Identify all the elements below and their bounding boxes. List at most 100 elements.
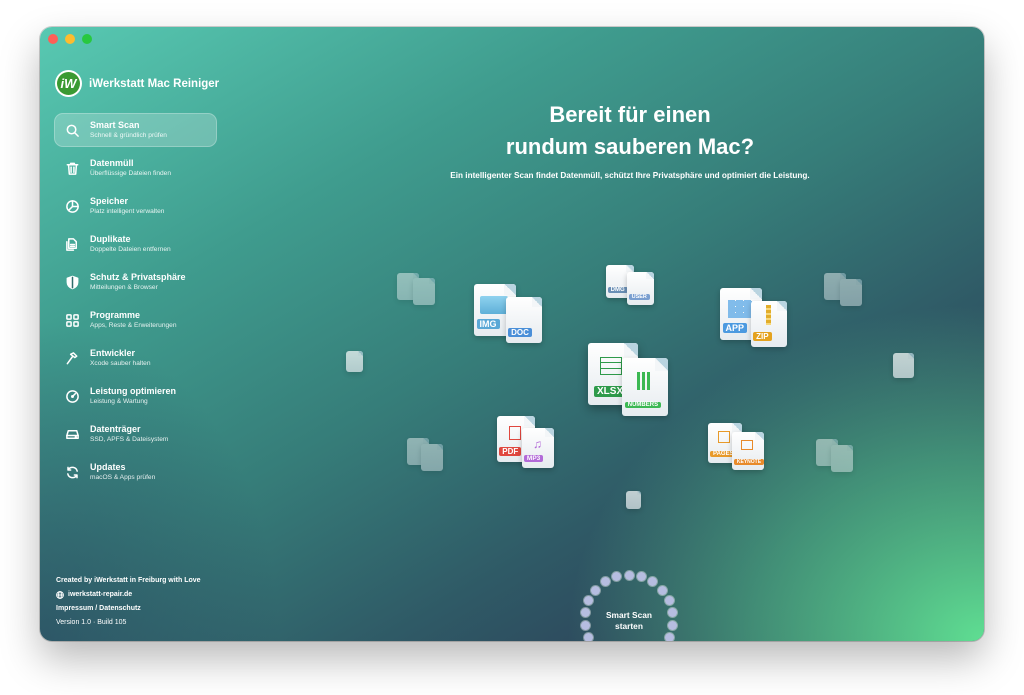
- file-type-label: APP: [722, 322, 748, 333]
- sidebar-item-label: Leistung optimieren: [90, 386, 177, 396]
- progress-dot: [591, 585, 601, 595]
- sidebar-item-performance[interactable]: Leistung optimieren Leistung & Wartung: [54, 379, 217, 413]
- maximize-window-button[interactable]: [82, 34, 92, 44]
- sidebar-item-label: Smart Scan: [90, 120, 140, 130]
- sidebar-item-label: Datenmüll: [90, 158, 134, 168]
- gauge-icon: [64, 388, 80, 404]
- sidebar-item-subtitle: Überflüssige Dateien finden: [90, 170, 172, 177]
- pie-chart-icon: [64, 198, 80, 214]
- faded-file-icon: [626, 491, 641, 509]
- window-controls: [48, 34, 92, 44]
- shield-icon: [64, 274, 80, 290]
- sidebar-item-label: Schutz & Privatsphäre: [90, 272, 186, 282]
- file-type-label: DOC: [508, 327, 532, 337]
- pdf-page-icon: [509, 426, 521, 440]
- grid-icon: [64, 312, 80, 328]
- sidebar-item-label: Entwickler: [90, 348, 136, 358]
- file-type-label: USER: [628, 294, 650, 301]
- faded-file-icon: [421, 444, 444, 471]
- progress-dot: [612, 572, 622, 582]
- file-type-label: ZIP: [753, 331, 772, 341]
- numbers-file-icon: NUMBERS: [622, 358, 668, 416]
- sidebar-item-subtitle: macOS & Apps prüfen: [90, 474, 156, 481]
- sidebar-item-privacy[interactable]: Schutz & Privatsphäre Mitteilungen & Bro…: [54, 265, 217, 299]
- audio-file-icon: ♫ MP3: [522, 428, 555, 468]
- sidebar-item-subtitle: Doppelte Dateien entfernen: [90, 246, 171, 253]
- file-type-label: IMG: [476, 318, 500, 329]
- faded-file-icon: [831, 445, 854, 472]
- zip-file-icon: ZIP: [751, 301, 787, 347]
- sidebar-item-developer[interactable]: Entwickler Xcode sauber halten: [54, 341, 217, 375]
- app-window: iW iWerkstatt Mac Reiniger Smart Scan Sc…: [40, 27, 984, 641]
- sidebar-item-subtitle: Schnell & gründlich prüfen: [90, 132, 167, 139]
- bar-chart-icon: [637, 372, 653, 390]
- hammer-icon: [64, 350, 80, 366]
- sidebar-item-updates[interactable]: Updates macOS & Apps prüfen: [54, 455, 217, 489]
- drive-icon: [64, 426, 80, 442]
- sidebar-item-subtitle: SSD, APFS & Dateisystem: [90, 436, 169, 443]
- music-note-icon: ♫: [533, 437, 542, 451]
- faded-file-icon: [346, 351, 363, 372]
- file-type-label: PDF: [499, 446, 522, 456]
- sidebar-item-subtitle: Apps, Reste & Erweiterungen: [90, 322, 177, 329]
- faded-file-icon: [840, 279, 863, 306]
- sidebar-item-subtitle: Leistung & Wartung: [90, 398, 148, 405]
- page-title-line1: Bereit für einen: [549, 102, 711, 127]
- sidebar-item-subtitle: Xcode sauber halten: [90, 360, 151, 367]
- sidebar-item-label: Programme: [90, 310, 141, 320]
- app-logo-icon: iW: [55, 70, 82, 97]
- faded-file-icon: [413, 278, 436, 305]
- page-subtitle: Ein intelligenter Scan findet Datenmüll,…: [450, 171, 810, 180]
- progress-dot: [636, 572, 646, 582]
- progress-dot: [584, 596, 594, 606]
- page-title-line2: rundum sauberen Mac?: [505, 134, 755, 159]
- start-button-label: Smart Scan starten: [580, 610, 678, 632]
- app-name: iWerkstatt Mac Reiniger: [89, 77, 220, 90]
- app-grid-icon: [728, 300, 752, 318]
- globe-icon: [56, 591, 64, 599]
- website-link[interactable]: iwerkstatt-repair.de: [56, 588, 201, 602]
- sidebar-item-label: Updates: [90, 462, 126, 472]
- close-window-button[interactable]: [48, 34, 58, 44]
- website-link-text: iwerkstatt-repair.de: [68, 591, 133, 598]
- sidebar-item-subtitle: Platz intelligent verwalten: [90, 208, 165, 215]
- sidebar-item-smart-scan[interactable]: Smart Scan Schnell & gründlich prüfen: [54, 113, 217, 147]
- file-type-label: MP3: [523, 455, 544, 463]
- keynote-file-icon: KEYNOTE: [732, 432, 765, 470]
- progress-dot: [624, 570, 634, 580]
- legal-link[interactable]: Impressum / Datenschutz: [56, 602, 201, 616]
- app-brand: iW iWerkstatt Mac Reiniger: [55, 70, 219, 97]
- file-type-label: KEYNOTE: [733, 458, 765, 465]
- sidebar-item-duplicates[interactable]: Duplikate Doppelte Dateien entfernen: [54, 227, 217, 261]
- sidebar-item-drives[interactable]: Datenträger SSD, APFS & Dateisystem: [54, 417, 217, 451]
- start-button-label-line1: Smart Scan: [605, 610, 653, 620]
- page-title: Bereit für einen rundum sauberen Mac?: [430, 99, 830, 163]
- sidebar-item-subtitle: Mitteilungen & Browser: [90, 284, 158, 291]
- sidebar-item-junk[interactable]: Datenmüll Überflüssige Dateien finden: [54, 151, 217, 185]
- progress-dot: [600, 577, 610, 587]
- table-grid-icon: [600, 357, 622, 375]
- sidebar-item-label: Duplikate: [90, 234, 131, 244]
- sidebar-footer: Created by iWerkstatt in Freiburg with L…: [56, 574, 201, 630]
- sidebar: Smart Scan Schnell & gründlich prüfen Da…: [54, 113, 217, 493]
- sidebar-item-label: Datenträger: [90, 424, 141, 434]
- progress-dot: [584, 632, 594, 641]
- progress-dot: [664, 632, 674, 641]
- credit-text: Created by iWerkstatt in Freiburg with L…: [56, 577, 201, 584]
- sidebar-item-programs[interactable]: Programme Apps, Reste & Erweiterungen: [54, 303, 217, 337]
- version-text: Version 1.0 · Build 105: [56, 619, 127, 626]
- sidebar-item-label: Speicher: [90, 196, 129, 206]
- progress-dot: [648, 577, 658, 587]
- image-preview-icon: [480, 296, 508, 314]
- start-button-label-line2: starten: [615, 621, 643, 631]
- search-icon: [64, 122, 80, 138]
- file-type-label: NUMBERS: [624, 401, 662, 408]
- duplicate-icon: [64, 236, 80, 252]
- progress-dot: [664, 596, 674, 606]
- refresh-icon: [64, 464, 80, 480]
- minimize-window-button[interactable]: [65, 34, 75, 44]
- document-file-icon: DOC: [506, 297, 542, 343]
- pages-doc-icon: [718, 431, 730, 443]
- smart-scan-start-button[interactable]: Smart Scan starten: [580, 570, 678, 641]
- sidebar-item-storage[interactable]: Speicher Platz intelligent verwalten: [54, 189, 217, 223]
